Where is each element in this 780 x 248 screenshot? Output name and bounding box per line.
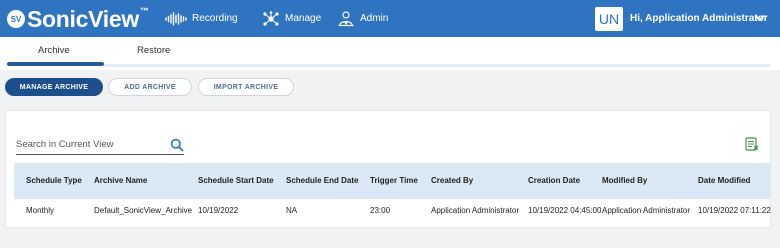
- column-header[interactable]: Schedule End Date: [286, 163, 358, 199]
- logo-icon: SV: [7, 10, 25, 28]
- add-archive-button[interactable]: ADD ARCHIVE: [108, 78, 192, 96]
- manage-archive-button[interactable]: MANAGE ARCHIVE: [5, 78, 103, 96]
- table-cell: 10/19/2022: [198, 206, 239, 215]
- archive-card: Schedule Type Archive Name Schedule Star…: [6, 111, 771, 227]
- column-header[interactable]: Schedule Type: [26, 163, 82, 199]
- nav-admin-label: Admin: [360, 13, 389, 24]
- nav-manage[interactable]: Manage: [262, 0, 321, 37]
- tab-archive[interactable]: Archive: [38, 45, 70, 56]
- tab-track: [104, 64, 770, 67]
- table-cell: NA: [286, 206, 298, 215]
- export-excel-icon[interactable]: [745, 137, 759, 151]
- brand[interactable]: SV SonicView ™: [7, 6, 149, 32]
- search-input[interactable]: [16, 139, 161, 150]
- table-row[interactable]: Monthly Default_SonicView_Archive 10/19/…: [14, 199, 771, 223]
- table-cell: 10/19/2022 04:45:00: [528, 206, 602, 215]
- table-cell: Application Administrator: [431, 206, 520, 215]
- column-header[interactable]: Created By: [431, 163, 473, 199]
- avatar[interactable]: UN: [595, 7, 623, 31]
- nav-recording[interactable]: Recording: [165, 0, 238, 37]
- search-box: [16, 138, 184, 155]
- app-name: SonicView: [27, 5, 139, 32]
- import-archive-button[interactable]: IMPORT ARCHIVE: [198, 78, 294, 96]
- tab-restore[interactable]: Restore: [137, 45, 170, 56]
- column-header[interactable]: Date Modified: [698, 163, 750, 199]
- top-header: SV SonicView ™ Recording Manage Admin UN…: [0, 0, 780, 37]
- table-header: Schedule Type Archive Name Schedule Star…: [14, 163, 770, 199]
- table-cell: 23:00: [370, 206, 391, 215]
- table-cell: Default_SonicView_Archive: [94, 206, 193, 215]
- nav-manage-label: Manage: [285, 13, 322, 24]
- search-icon[interactable]: [170, 138, 184, 152]
- active-tab-indicator: [7, 62, 104, 66]
- waveform-icon: [165, 11, 187, 26]
- user-greeting[interactable]: Hi, Application Administrator: [630, 0, 768, 37]
- chevron-down-icon[interactable]: [754, 14, 765, 22]
- admin-person-icon: [338, 10, 354, 26]
- table-cell: Monthly: [26, 206, 55, 215]
- tab-bar: Archive Restore: [0, 37, 780, 70]
- network-icon: [263, 10, 279, 26]
- column-header[interactable]: Archive Name: [94, 163, 147, 199]
- column-header[interactable]: Schedule Start Date: [198, 163, 274, 199]
- column-header[interactable]: Creation Date: [528, 163, 580, 199]
- table-cell: 10/19/2022 07:11:22: [698, 206, 771, 215]
- trademark-symbol: ™: [139, 6, 149, 16]
- nav-recording-label: Recording: [192, 13, 238, 24]
- table-cell: Application Administrator: [602, 206, 691, 215]
- column-header[interactable]: Modified By: [602, 163, 647, 199]
- column-header[interactable]: Trigger Time: [370, 163, 418, 199]
- nav-admin[interactable]: Admin: [337, 0, 388, 37]
